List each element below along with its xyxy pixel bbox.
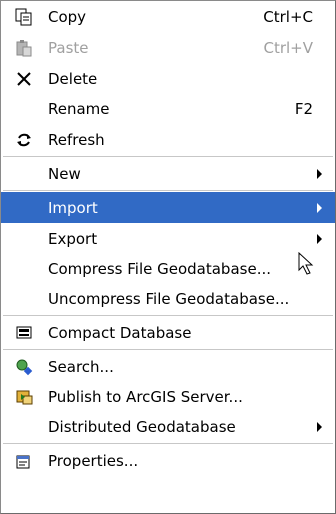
menu-item-delete[interactable]: Delete	[1, 63, 335, 94]
menu-item-label: Export	[48, 229, 98, 248]
menu-item-shortcut: F2	[294, 100, 313, 118]
menu-item-search[interactable]: Search...	[1, 351, 335, 382]
menu-item-compact-database[interactable]: Compact Database	[1, 317, 335, 348]
delete-icon	[15, 70, 33, 88]
menu-item-label: Copy	[48, 7, 87, 26]
copy-icon	[15, 8, 33, 26]
mouse-pointer-icon	[298, 252, 314, 275]
menu-item-label: Publish to ArcGIS Server...	[48, 388, 243, 406]
menu-item-shortcut: Ctrl+C	[263, 7, 313, 26]
menu-item-refresh[interactable]: Refresh	[1, 124, 335, 155]
menu-item-label: Distributed Geodatabase	[48, 418, 236, 436]
submenu-arrow-icon	[317, 233, 322, 244]
menu-item-label: Properties...	[48, 451, 139, 470]
publish-icon	[15, 388, 33, 406]
menu-item-copy[interactable]: Copy Ctrl+C	[1, 1, 335, 32]
menu-item-export[interactable]: Export	[1, 223, 335, 254]
properties-icon	[15, 452, 33, 470]
menu-item-label: Compact Database	[48, 323, 192, 342]
menu-item-import[interactable]: Import	[1, 192, 335, 223]
menu-item-label: Search...	[48, 357, 114, 376]
menu-item-label: Uncompress File Geodatabase...	[48, 290, 290, 308]
menu-item-label: New	[48, 164, 81, 183]
menu-item-label: Rename	[48, 100, 110, 118]
menu-item-properties[interactable]: Properties...	[1, 445, 335, 476]
compact-database-icon	[15, 324, 33, 342]
context-menu: Copy Ctrl+C Paste Ctrl+V Delete Rename F…	[0, 0, 336, 514]
menu-item-label: Import	[48, 198, 98, 217]
search-icon	[15, 358, 33, 376]
menu-item-label: Delete	[48, 69, 98, 88]
submenu-arrow-icon	[317, 422, 322, 432]
menu-item-distributed-geodatabase[interactable]: Distributed Geodatabase	[1, 412, 335, 442]
menu-item-shortcut: Ctrl+V	[263, 38, 313, 57]
menu-item-new[interactable]: New	[1, 158, 335, 189]
paste-icon	[15, 39, 33, 57]
submenu-arrow-icon	[317, 168, 322, 179]
submenu-arrow-icon	[317, 202, 322, 213]
menu-item-rename[interactable]: Rename F2	[1, 94, 335, 124]
menu-item-paste[interactable]: Paste Ctrl+V	[1, 32, 335, 63]
menu-item-uncompress[interactable]: Uncompress File Geodatabase...	[1, 284, 335, 314]
menu-item-label: Compress File Geodatabase...	[48, 260, 271, 278]
menu-item-compress[interactable]: Compress File Geodatabase...	[1, 254, 335, 284]
menu-item-label: Paste	[48, 38, 89, 57]
refresh-icon	[15, 131, 33, 149]
menu-item-publish[interactable]: Publish to ArcGIS Server...	[1, 382, 335, 412]
menu-item-label: Refresh	[48, 130, 105, 149]
